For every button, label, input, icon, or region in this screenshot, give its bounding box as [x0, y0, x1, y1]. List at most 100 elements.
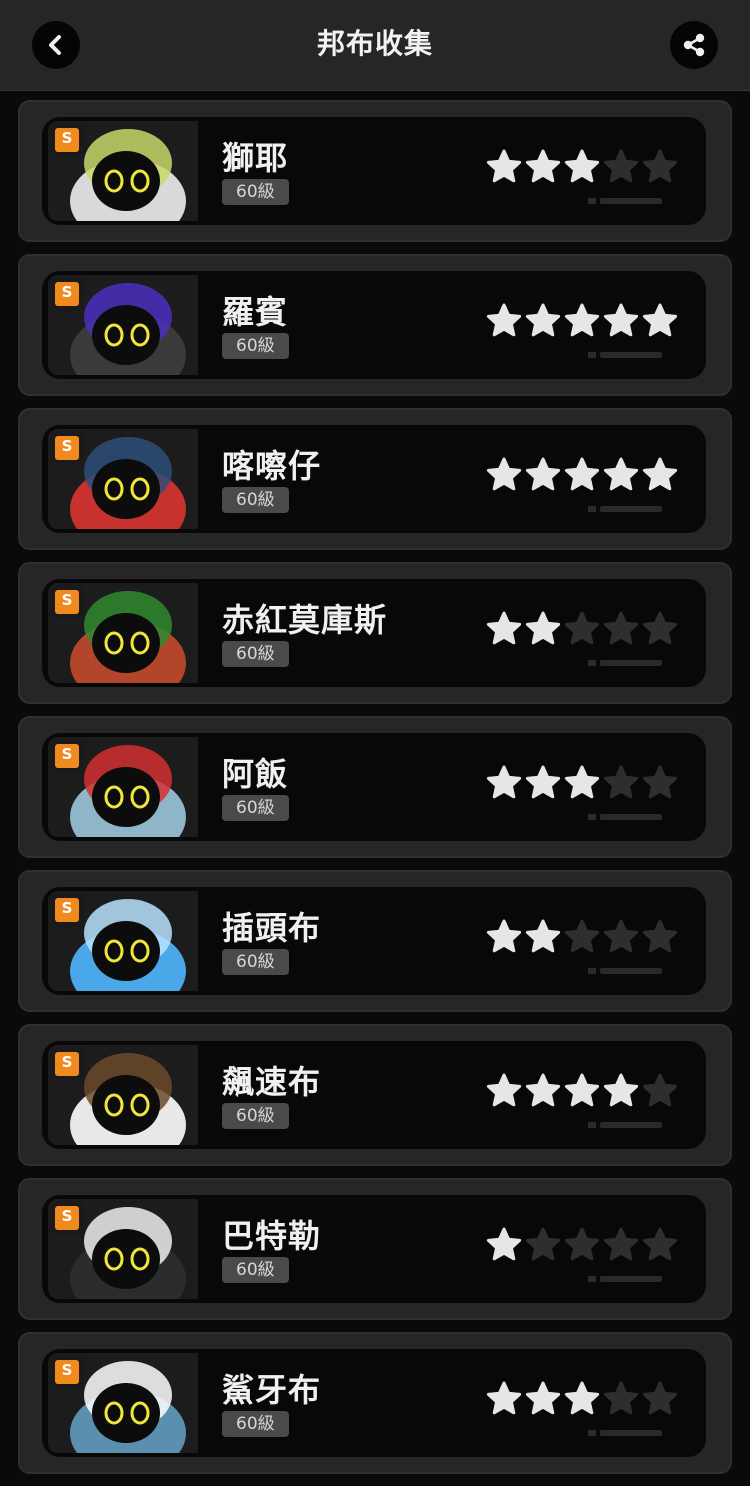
- star-filled-icon: [564, 149, 600, 185]
- bangboo-name: 獅耶: [222, 139, 289, 177]
- star-filled-icon: [525, 457, 561, 493]
- bangboo-card[interactable]: S 獅耶 60級: [18, 100, 732, 242]
- bangboo-card-inner: S 飆速布 60級: [42, 1041, 706, 1149]
- bangboo-name: 飆速布: [222, 1063, 322, 1101]
- star-rating: [486, 303, 678, 339]
- bangboo-card[interactable]: S 喀嚓仔 60級: [18, 408, 732, 550]
- star-empty-icon: [603, 611, 639, 647]
- bangboo-card[interactable]: S 羅賓 60級: [18, 254, 732, 396]
- rank-badge: S: [50, 1201, 84, 1235]
- star-rating: [486, 1073, 678, 1109]
- star-filled-icon: [642, 457, 678, 493]
- bangboo-card-inner: S 鯊牙布 60級: [42, 1349, 706, 1457]
- bangboo-card[interactable]: S 赤紅莫庫斯 60級: [18, 562, 732, 704]
- logo-watermark-icon: [588, 1430, 662, 1436]
- bangboo-portrait: S: [48, 429, 198, 529]
- rank-letter: S: [55, 898, 79, 922]
- star-empty-icon: [564, 611, 600, 647]
- star-empty-icon: [642, 1381, 678, 1417]
- star-empty-icon: [603, 919, 639, 955]
- share-button[interactable]: [670, 21, 718, 69]
- star-filled-icon: [564, 765, 600, 801]
- star-empty-icon: [642, 149, 678, 185]
- star-filled-icon: [603, 457, 639, 493]
- logo-watermark-icon: [588, 814, 662, 820]
- bangboo-card[interactable]: S 巴特勒 60級: [18, 1178, 732, 1320]
- star-filled-icon: [525, 303, 561, 339]
- bangboo-card[interactable]: S 插頭布 60級: [18, 870, 732, 1012]
- star-filled-icon: [525, 919, 561, 955]
- bangboo-card-inner: S 喀嚓仔 60級: [42, 425, 706, 533]
- star-empty-icon: [603, 1227, 639, 1263]
- star-filled-icon: [486, 765, 522, 801]
- bangboo-list: S 獅耶 60級 S 羅賓 60級 S 喀嚓仔 60級 S 赤紅莫庫斯 60級 …: [18, 100, 732, 1486]
- star-empty-icon: [603, 765, 639, 801]
- logo-watermark-icon: [588, 198, 662, 204]
- star-empty-icon: [642, 1227, 678, 1263]
- star-filled-icon: [486, 1227, 522, 1263]
- bangboo-portrait: S: [48, 1353, 198, 1453]
- logo-watermark-icon: [588, 506, 662, 512]
- bangboo-name: 赤紅莫庫斯: [222, 601, 388, 639]
- rank-badge: S: [50, 739, 84, 773]
- bangboo-card-inner: S 獅耶 60級: [42, 117, 706, 225]
- bangboo-portrait: S: [48, 891, 198, 991]
- bangboo-card[interactable]: S 飆速布 60級: [18, 1024, 732, 1166]
- star-filled-icon: [564, 303, 600, 339]
- level-badge: 60級: [222, 487, 289, 513]
- bangboo-card-inner: S 羅賓 60級: [42, 271, 706, 379]
- bangboo-card[interactable]: S 鯊牙布 60級: [18, 1332, 732, 1474]
- star-rating: [486, 1227, 678, 1263]
- rank-letter: S: [55, 744, 79, 768]
- star-filled-icon: [603, 303, 639, 339]
- page-title: 邦布收集: [316, 27, 433, 60]
- star-empty-icon: [603, 1381, 639, 1417]
- bangboo-portrait: S: [48, 583, 198, 683]
- star-empty-icon: [642, 919, 678, 955]
- star-empty-icon: [642, 765, 678, 801]
- bangboo-card[interactable]: S 阿飯 60級: [18, 716, 732, 858]
- star-filled-icon: [525, 765, 561, 801]
- star-filled-icon: [486, 611, 522, 647]
- level-badge: 60級: [222, 949, 289, 975]
- star-rating: [486, 765, 678, 801]
- logo-watermark-icon: [588, 1276, 662, 1282]
- bangboo-card-inner: S 阿飯 60級: [42, 733, 706, 841]
- rank-letter: S: [55, 436, 79, 460]
- rank-letter: S: [55, 1052, 79, 1076]
- star-filled-icon: [486, 149, 522, 185]
- star-rating: [486, 457, 678, 493]
- bangboo-name: 鯊牙布: [222, 1371, 322, 1409]
- star-filled-icon: [564, 457, 600, 493]
- bangboo-name: 羅賓: [222, 293, 289, 331]
- level-badge: 60級: [222, 795, 289, 821]
- star-rating: [486, 611, 678, 647]
- rank-letter: S: [55, 1360, 79, 1384]
- rank-badge: S: [50, 277, 84, 311]
- star-empty-icon: [564, 919, 600, 955]
- rank-letter: S: [55, 282, 79, 306]
- bangboo-card-inner: S 巴特勒 60級: [42, 1195, 706, 1303]
- star-filled-icon: [486, 303, 522, 339]
- rank-letter: S: [55, 128, 79, 152]
- bangboo-name: 喀嚓仔: [222, 447, 322, 485]
- level-badge: 60級: [222, 1257, 289, 1283]
- logo-watermark-icon: [588, 1122, 662, 1128]
- bangboo-portrait: S: [48, 121, 198, 221]
- star-empty-icon: [603, 149, 639, 185]
- star-empty-icon: [642, 1073, 678, 1109]
- star-filled-icon: [486, 1073, 522, 1109]
- rank-badge: S: [50, 431, 84, 465]
- logo-watermark-icon: [588, 968, 662, 974]
- top-bar: 邦布收集: [0, 0, 750, 91]
- star-filled-icon: [642, 303, 678, 339]
- rank-badge: S: [50, 1047, 84, 1081]
- star-rating: [486, 919, 678, 955]
- star-filled-icon: [525, 149, 561, 185]
- rank-badge: S: [50, 1355, 84, 1389]
- rank-badge: S: [50, 893, 84, 927]
- star-filled-icon: [564, 1073, 600, 1109]
- star-filled-icon: [486, 457, 522, 493]
- star-filled-icon: [486, 919, 522, 955]
- level-badge: 60級: [222, 641, 289, 667]
